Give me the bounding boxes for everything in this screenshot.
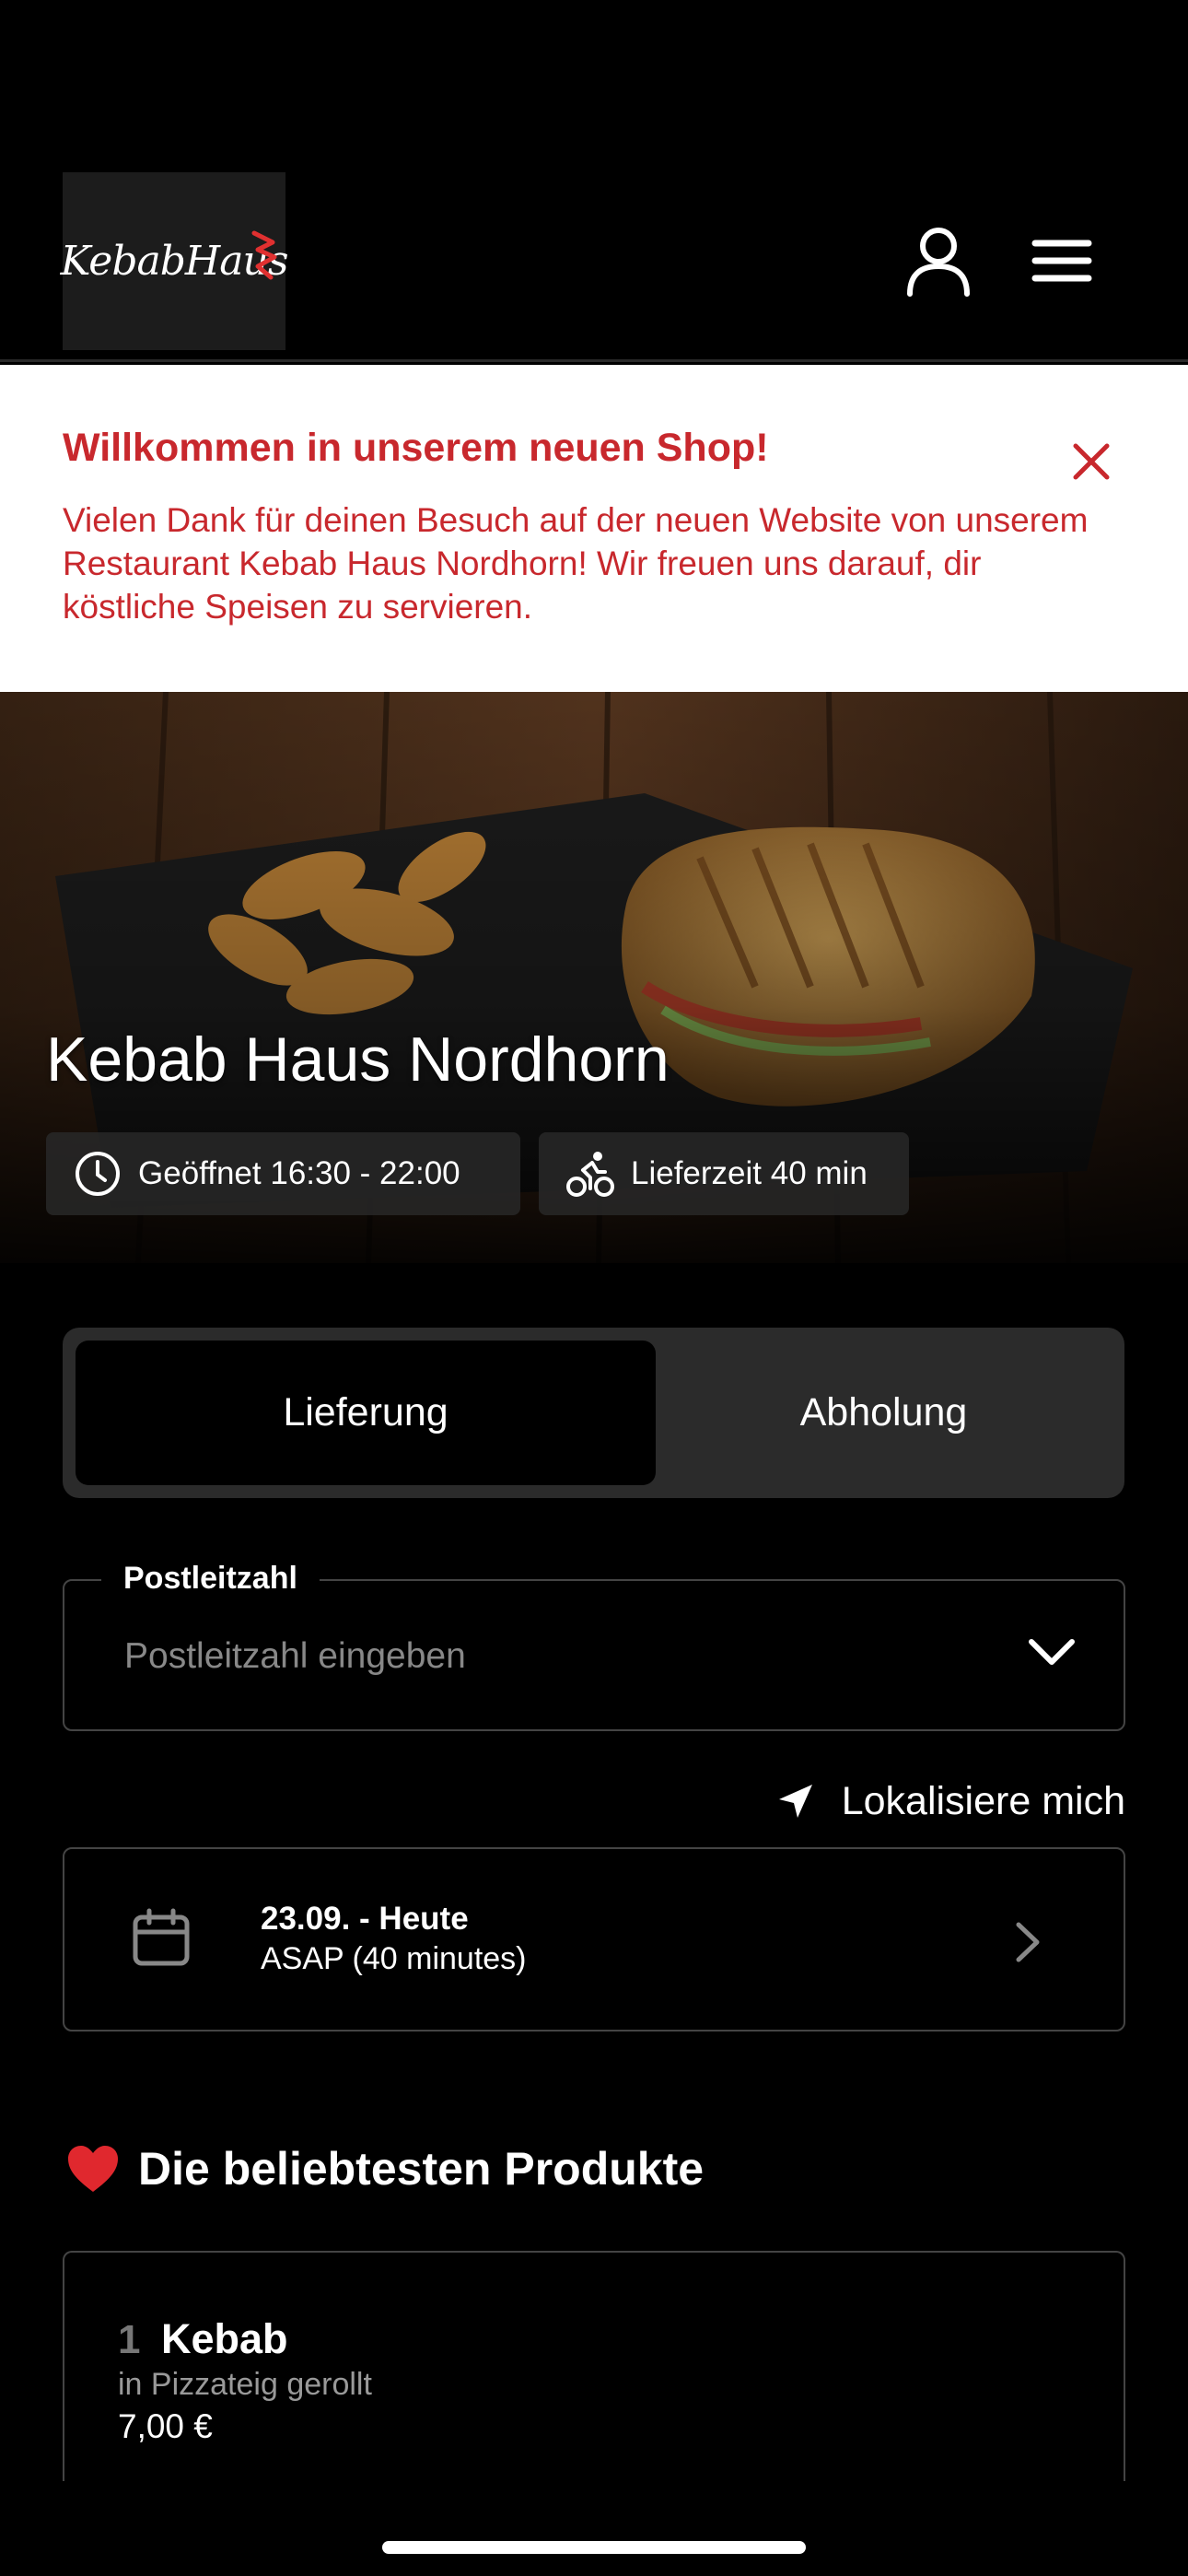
calendar-icon — [133, 1908, 190, 1966]
opening-hours-text: Geöffnet 16:30 - 22:00 — [138, 1155, 460, 1191]
bike-icon — [566, 1152, 614, 1197]
hamburger-menu-icon[interactable] — [1031, 238, 1092, 284]
pickup-tab[interactable]: Abholung — [656, 1341, 1112, 1485]
delivery-time-badge: Lieferzeit 40 min — [539, 1132, 909, 1215]
delivery-date-selector[interactable]: 23.09. - Heute ASAP (40 minutes) — [63, 1847, 1125, 2032]
restaurant-name: Kebab Haus Nordhorn — [46, 1025, 670, 1095]
clock-icon — [76, 1152, 120, 1196]
popular-products-title: Die beliebtesten Produkte — [138, 2143, 705, 2195]
user-icon[interactable] — [905, 226, 972, 298]
order-mode-toggle: Lieferung Abholung — [63, 1328, 1124, 1498]
bottom-safe-area — [0, 2481, 1188, 2576]
banner-text: Vielen Dank für deinen Besuch auf der ne… — [63, 501, 1089, 626]
heart-icon — [68, 2146, 118, 2192]
locate-me-label: Lokalisiere mich — [841, 1778, 1125, 1823]
product-price: 7,00 € — [118, 2407, 213, 2445]
chevron-down-icon[interactable] — [1024, 1633, 1079, 1669]
banner-title: Willkommen in unserem neuen Shop! — [63, 426, 769, 470]
restaurant-hero: Kebab Haus Nordhorn Geöffnet 16:30 - 22:… — [0, 692, 1188, 1263]
postcode-select[interactable]: Postleitzahl Postleitzahl eingeben — [63, 1561, 1125, 1731]
location-arrow-icon — [778, 1785, 812, 1818]
delivery-time-text: Lieferzeit 40 min — [631, 1155, 868, 1191]
restaurant-logo[interactable]: KebabHaus — [61, 172, 288, 350]
date-subtitle: ASAP (40 minutes) — [261, 1941, 527, 1976]
home-indicator[interactable] — [382, 2541, 806, 2554]
postcode-label: Postleitzahl — [101, 1561, 320, 1597]
opening-hours-badge: Geöffnet 16:30 - 22:00 — [46, 1132, 520, 1215]
welcome-banner: Willkommen in unserem neuen Shop! Vielen… — [0, 365, 1188, 692]
flame-icon — [251, 230, 277, 280]
close-icon[interactable] — [1068, 439, 1114, 485]
product-rank: 1 — [118, 2317, 141, 2362]
delivery-tab[interactable]: Lieferung — [76, 1341, 656, 1485]
popular-products-heading: Die beliebtesten Produkte — [66, 2142, 704, 2195]
locate-me-button[interactable]: Lokalisiere mich — [755, 1774, 1125, 1829]
chevron-right-icon — [1016, 1922, 1040, 1962]
product-name: Kebab — [161, 2315, 288, 2362]
date-title: 23.09. - Heute — [261, 1901, 469, 1937]
app-header: KebabHaus — [0, 0, 1188, 362]
postcode-input[interactable]: Postleitzahl eingeben — [124, 1636, 466, 1677]
product-description: in Pizzateig gerollt — [118, 2367, 372, 2402]
